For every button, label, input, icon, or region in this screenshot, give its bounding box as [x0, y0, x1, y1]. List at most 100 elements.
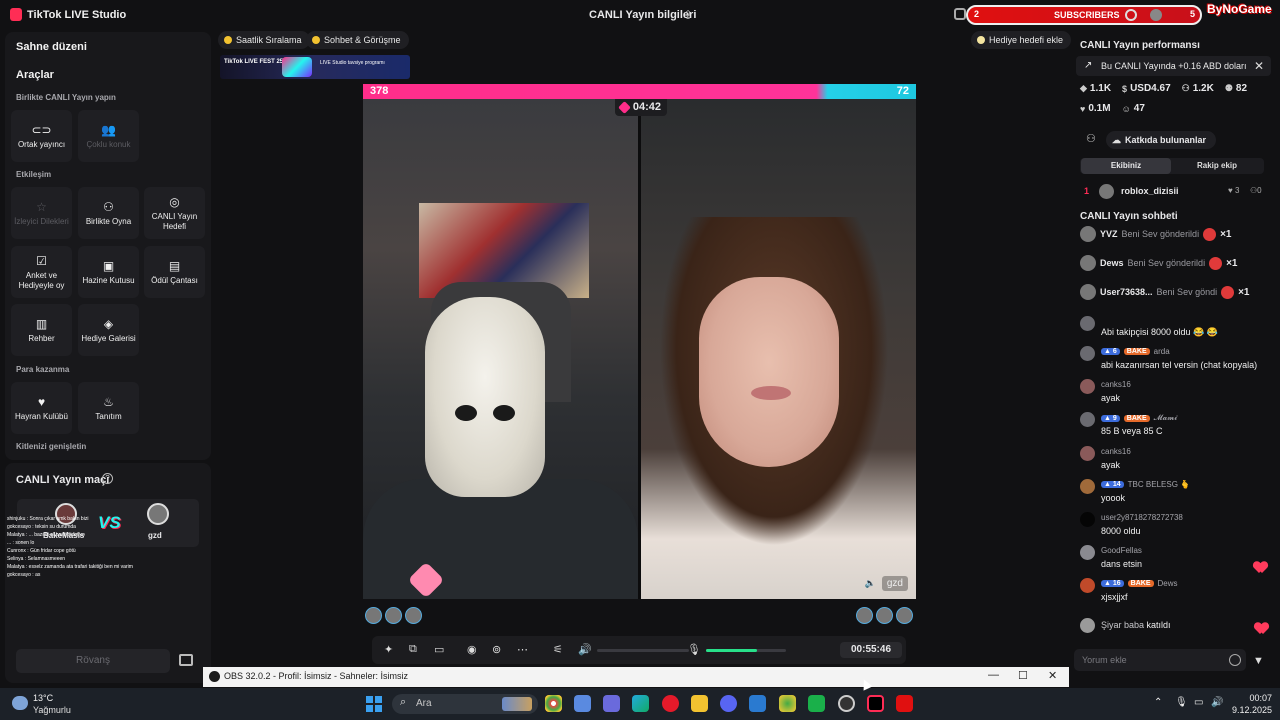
screen-add-icon[interactable]: ⧉ — [409, 643, 417, 656]
store-icon[interactable] — [574, 695, 591, 712]
tab-our-team[interactable]: Ekibiniz — [1081, 158, 1171, 174]
cohost-button[interactable]: ⊂⊃ Ortak yayıncı — [11, 110, 72, 162]
play-together-button[interactable]: ⚇ Birlikte Oyna — [78, 187, 139, 239]
more-icon[interactable]: ⋯ — [517, 643, 528, 656]
chat-user: arda — [1153, 347, 1170, 356]
taskbar-clock[interactable]: 00:07 — [1238, 693, 1272, 703]
opera-icon[interactable] — [662, 695, 679, 712]
tiktok-logo-icon — [10, 8, 22, 21]
close-icon[interactable]: ✕ — [1254, 56, 1264, 76]
hourly-ranking-button[interactable]: Saatlik Sıralama — [218, 31, 310, 49]
rematch-button[interactable]: Rövanş — [16, 649, 170, 673]
weather-temp[interactable]: 13°C — [33, 693, 53, 703]
start-button[interactable] — [366, 696, 382, 712]
add-user-icon[interactable]: ⚇ — [1086, 132, 1096, 145]
chat-message[interactable]: ▲ 16 BAKE Dews xjsxjjxf — [1080, 578, 1270, 608]
multi-guest-button[interactable]: 👥 Çoklu konuk — [78, 110, 139, 162]
layout-icon[interactable]: ▭ — [434, 643, 444, 656]
tab-rival-team[interactable]: Rakip ekip — [1172, 158, 1262, 174]
display-icon[interactable]: ▭ — [1194, 697, 1203, 708]
settings-sliders-icon[interactable]: ⚟ — [553, 643, 563, 656]
viewer-wishes-button[interactable]: ☆ İzleyici Dilekleri — [11, 187, 72, 239]
contributors-button[interactable]: Katkıda bulunanlar — [1106, 131, 1217, 149]
chevron-up-icon[interactable]: ⌃ — [1154, 697, 1162, 708]
avatar — [1080, 446, 1095, 461]
poll-button[interactable]: ☑ Anket ve Hediyeyle oy — [11, 246, 72, 298]
weather-desc[interactable]: Yağmurlu — [33, 705, 71, 715]
taskbar-search[interactable]: ⌕ Ara — [392, 694, 538, 714]
banner-subtitle: LIVE Studio tavsiye programı — [320, 60, 385, 66]
chat-message[interactable]: GoodFellas dans etsin — [1080, 545, 1270, 575]
live-goal-button[interactable]: ◎ CANLI Yayın Hedefi — [144, 187, 205, 239]
chat-message[interactable]: canks16 ayak — [1080, 446, 1270, 476]
chat-meet-button[interactable]: Sohbet & Görüşme — [306, 31, 409, 49]
avatar — [1080, 545, 1095, 560]
speaker-icon[interactable]: 🔈 — [865, 578, 876, 589]
record-icon[interactable]: ◉ — [467, 643, 477, 656]
mic-level-slider[interactable] — [706, 649, 786, 652]
send-icon[interactable]: ▼ — [1253, 655, 1264, 667]
overlay-chat: shinjuku : Sonra çıkar amk bakın bizi go… — [7, 515, 167, 579]
gifter-avatar[interactable] — [365, 607, 382, 624]
minimize-button[interactable]: — — [988, 669, 999, 681]
microphone-tray-icon[interactable]: 🎙 — [1175, 697, 1188, 708]
volume-tray-icon[interactable]: 🔊 — [1211, 697, 1223, 708]
close-button[interactable]: ✕ — [1048, 669, 1057, 682]
file-explorer-icon[interactable] — [691, 695, 708, 712]
share-icon[interactable]: ⇪ — [683, 8, 693, 22]
tiktok-studio-taskbar-icon[interactable] — [867, 695, 884, 712]
performance-title: CANLI Yayın performansı — [1080, 40, 1200, 51]
exit-match-icon[interactable] — [179, 654, 193, 666]
microphone-icon[interactable]: 🎙 — [687, 643, 701, 656]
green-app-icon[interactable] — [808, 695, 825, 712]
chrome-alt-icon[interactable] — [779, 695, 796, 712]
gifter-avatar[interactable] — [856, 607, 873, 624]
chat-message[interactable]: user2y8718278272738 8000 oldu — [1080, 512, 1270, 542]
chat-message[interactable]: Abi takipçisi 8000 oldu 😂 😂 — [1080, 316, 1270, 344]
gifter-avatar[interactable] — [876, 607, 893, 624]
volume-icon[interactable]: 🔊 — [578, 643, 592, 656]
obs-window-titlebar[interactable]: OBS 32.0.2 - Profil: İsimsiz - Sahneler:… — [203, 667, 1069, 687]
taskbar-date[interactable]: 9.12.2025 — [1226, 705, 1272, 715]
gifter-avatar[interactable] — [385, 607, 402, 624]
chat-join-message[interactable]: Şiyar baba katıldı — [1080, 618, 1270, 636]
reward-bag-button[interactable]: ▤ Ödül Çantası — [144, 246, 205, 298]
edge-icon[interactable] — [632, 695, 649, 712]
title-bar: TikTok LIVE Studio CANLI Yayın bilgileri… — [0, 0, 1280, 30]
gifter-avatar[interactable] — [896, 607, 913, 624]
add-gift-goal-button[interactable]: Hediye hedefi ekle — [971, 31, 1072, 49]
magic-wand-icon[interactable]: ✦ — [384, 643, 393, 656]
volume-slider[interactable] — [597, 649, 689, 652]
discord-icon[interactable] — [720, 695, 737, 712]
weather-icon[interactable] — [12, 696, 28, 710]
guide-button[interactable]: ▥ Rehber — [11, 304, 72, 356]
live-fest-banner[interactable]: TikTok LIVE FEST 25 LIVE Studio tavsiye … — [220, 55, 410, 79]
maximize-button[interactable]: ☐ — [1018, 669, 1028, 682]
obs-taskbar-icon[interactable] — [838, 695, 855, 712]
gift-gallery-button[interactable]: ◈ Hediye Galerisi — [78, 304, 139, 356]
promote-button[interactable]: ♨ Tanıtım — [78, 382, 139, 434]
fan-club-button[interactable]: ♥ Hayran Kulübü — [11, 382, 72, 434]
chrome-icon[interactable] — [545, 695, 562, 712]
youtube-icon[interactable] — [896, 695, 913, 712]
teams-icon[interactable] — [603, 695, 620, 712]
contributor-row[interactable]: 1 roblox_dizisii ♥ 3 ⚇0 — [1084, 184, 1270, 200]
capture-icon[interactable]: ⊚ — [492, 643, 501, 656]
reward-bag-label: Ödül Çantası — [151, 275, 198, 285]
treasure-box-button[interactable]: ▣ Hazine Kutusu — [78, 246, 139, 298]
window-menu-icon[interactable] — [954, 8, 966, 20]
gifter-avatar[interactable] — [405, 607, 422, 624]
chat-message[interactable]: ▲ 6 BAKE arda abi kazanırsan tel versin (c… — [1080, 346, 1270, 376]
chat-message[interactable]: ▲ 9 BAKE 𝓜𝓪𝓶𝓲 85 B veya 85 C — [1080, 412, 1270, 442]
chat-message[interactable]: canks16 ayak — [1080, 379, 1270, 409]
heart-icon — [1254, 562, 1267, 574]
chat-input[interactable]: Yorum ekle — [1074, 649, 1246, 671]
scene-layout-heading[interactable]: Sahne düzeni — [16, 41, 87, 53]
avatar — [1080, 346, 1095, 361]
emoji-icon[interactable] — [1229, 654, 1241, 666]
help-icon[interactable]: ? — [102, 473, 113, 484]
chat-message[interactable]: ▲ 14 TBC BELESG 🫰 yoook — [1080, 479, 1270, 509]
avatar — [1080, 284, 1096, 300]
live-info-title[interactable]: CANLI Yayın bilgileri — [589, 9, 696, 21]
mail-icon[interactable] — [749, 695, 766, 712]
